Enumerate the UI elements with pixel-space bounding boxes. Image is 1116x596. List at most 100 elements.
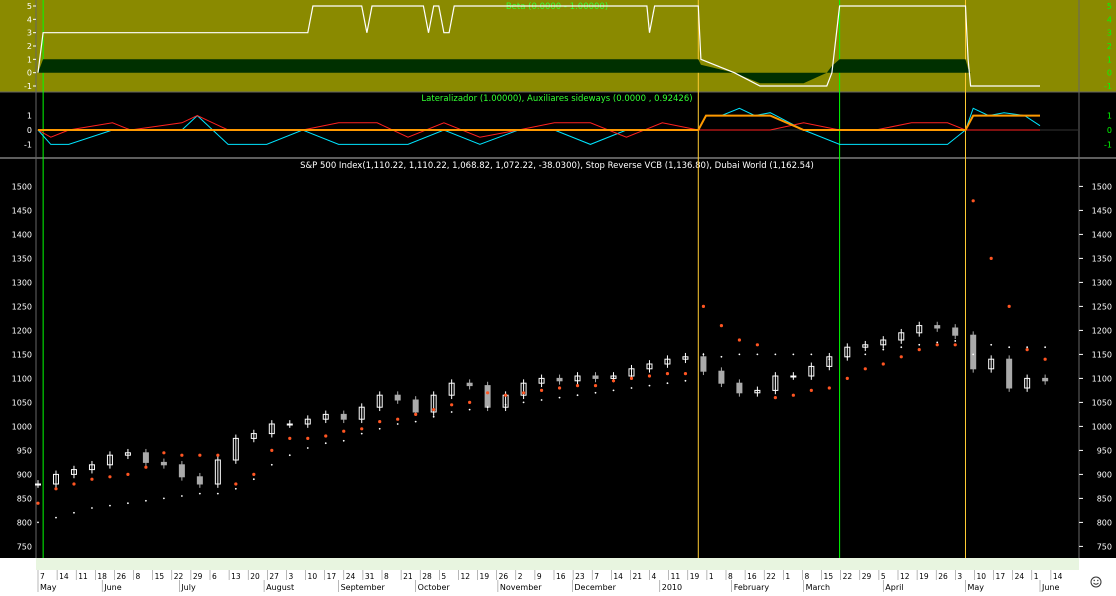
- stop-reverse-point: [54, 487, 58, 491]
- y-tick-label: 1: [1107, 55, 1112, 64]
- stop-reverse-point: [899, 355, 903, 359]
- dubai-world-point: [396, 423, 399, 425]
- stop-reverse-point: [701, 304, 706, 308]
- price-candle-body: [1042, 377, 1049, 382]
- dubai-world-point: [954, 340, 957, 342]
- dubai-world-point: [1026, 346, 1029, 349]
- stop-reverse-point: [611, 379, 616, 383]
- y-tick-label: 1050: [12, 398, 32, 407]
- y-tick-label: 850: [1097, 494, 1112, 503]
- y-tick-label: 4: [27, 15, 32, 24]
- y-tick-label: 1150: [1092, 350, 1112, 359]
- stop-reverse-point: [1025, 348, 1029, 352]
- y-tick-label: 0: [1107, 126, 1112, 135]
- x-day-label: 5: [881, 572, 886, 581]
- price-candle-body: [700, 356, 707, 372]
- stop-reverse-point: [791, 393, 795, 397]
- dubai-world-point: [558, 396, 561, 399]
- y-tick-label: 750: [1097, 542, 1112, 551]
- stop-reverse-point: [378, 420, 382, 424]
- x-day-label: 29: [862, 572, 872, 581]
- y-tick-label: 1100: [1092, 374, 1112, 383]
- y-tick-label: 900: [17, 470, 32, 479]
- dubai-world-point: [1044, 346, 1047, 349]
- x-day-label: 8: [136, 572, 141, 581]
- chart-canvas: Beta (0.0000 - 1.00000) Lateralizador (1…: [0, 0, 1116, 592]
- y-tick-label: 2: [27, 42, 32, 51]
- stop-reverse-point: [683, 372, 688, 376]
- dubai-world-point: [216, 492, 219, 495]
- price-candle-body: [142, 452, 149, 463]
- stop-reverse-point: [1007, 304, 1011, 308]
- x-day-label: 26: [116, 572, 126, 581]
- y-tick-label: 5: [1107, 2, 1112, 11]
- y-tick-label: 1100: [12, 374, 32, 383]
- dubai-world-point: [756, 353, 759, 356]
- y-tick-label: 5: [27, 2, 32, 11]
- stop-reverse-point: [270, 448, 274, 452]
- y-tick-label: 1: [1107, 112, 1112, 121]
- y-tick-label: 1400: [1092, 230, 1112, 239]
- x-day-label: 11: [78, 572, 88, 581]
- dubai-world-point: [127, 502, 129, 505]
- dubai-world-point: [648, 384, 651, 387]
- y-tick-label: 750: [17, 542, 32, 551]
- x-day-label: 29: [193, 572, 203, 581]
- x-day-label: 7: [594, 572, 599, 581]
- right-axis-strip: [1079, 558, 1116, 570]
- stop-reverse-point: [108, 475, 112, 479]
- dubai-world-point: [145, 499, 147, 502]
- x-day-label: 5: [441, 572, 446, 581]
- y-tick-label: 1400: [12, 230, 32, 239]
- dubai-world-point: [306, 447, 309, 449]
- stop-reverse-point: [863, 367, 867, 371]
- stop-reverse-point: [593, 384, 598, 388]
- stop-reverse-point: [396, 417, 400, 421]
- main-panel-title: S&P 500 Index(1,110.22, 1,110.22, 1,068.…: [300, 161, 814, 171]
- x-day-label: 19: [919, 572, 929, 581]
- y-tick-label: -1: [1104, 140, 1112, 149]
- x-day-label: 24: [346, 572, 356, 581]
- x-month-label: November: [500, 583, 542, 592]
- price-candle-body: [718, 370, 725, 384]
- price-candle-body: [160, 461, 167, 466]
- dubai-world-point: [684, 379, 687, 382]
- y-tick-label: 850: [17, 494, 32, 503]
- y-tick-label: -1: [24, 82, 32, 91]
- y-tick-label: 1150: [12, 350, 32, 359]
- stop-reverse-point: [755, 343, 759, 347]
- price-candle-body: [178, 464, 185, 478]
- dubai-world-point: [864, 353, 867, 356]
- dubai-world-point: [1008, 346, 1011, 349]
- stop-reverse-point: [917, 348, 921, 352]
- x-day-label: 17: [327, 572, 337, 581]
- dubai-world-point: [522, 401, 525, 404]
- x-day-label: 28: [422, 572, 432, 581]
- x-day-label: 13: [231, 572, 241, 581]
- stop-reverse-point: [629, 376, 634, 380]
- stop-reverse-point: [1043, 357, 1047, 361]
- price-candle-body: [592, 375, 599, 379]
- stop-reverse-point: [234, 482, 238, 486]
- stop-reverse-point: [504, 393, 508, 397]
- x-day-label: 31: [365, 572, 375, 581]
- dubai-world-point: [109, 504, 111, 507]
- stop-reverse-point: [989, 256, 993, 260]
- y-tick-label: 1350: [12, 254, 32, 263]
- x-day-label: 22: [843, 572, 853, 581]
- dubai-world-point: [252, 478, 255, 481]
- y-tick-label: 1200: [12, 326, 32, 335]
- dubai-world-point: [360, 432, 363, 435]
- stop-reverse-point: [198, 453, 202, 457]
- x-month-label: March: [806, 583, 830, 592]
- price-candle-body: [35, 483, 41, 486]
- x-month-label: May: [967, 583, 984, 592]
- dubai-world-point: [234, 487, 237, 490]
- stop-reverse-point: [953, 343, 957, 347]
- dubai-world-point: [918, 343, 921, 346]
- stop-reverse-point: [971, 199, 975, 203]
- y-tick-label: 900: [1097, 470, 1112, 479]
- y-tick-label: 1450: [12, 206, 32, 215]
- x-day-label: 6: [212, 572, 217, 581]
- dubai-world-point: [91, 507, 93, 509]
